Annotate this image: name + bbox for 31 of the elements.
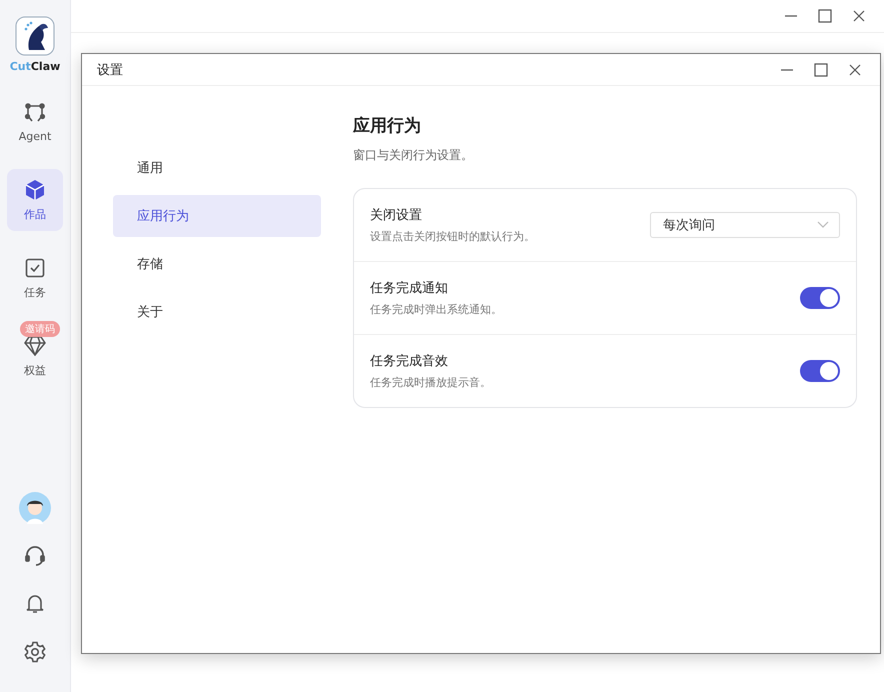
section-heading: 应用行为	[353, 115, 422, 137]
settings-nav-item[interactable]: 通用	[113, 147, 321, 189]
behavior-dropdown[interactable]: 每次询问	[650, 212, 840, 238]
setting-description: 任务完成时播放提示音。	[370, 375, 492, 390]
setting-description: 设置点击关闭按钮时的默认行为。	[370, 229, 536, 244]
diamond-icon	[24, 336, 46, 356]
setting-description: 任务完成时弹出系统通知。	[370, 302, 503, 317]
sidebar-item[interactable]: 任务	[7, 247, 63, 309]
sidebar-item[interactable]: 作品	[7, 169, 63, 231]
setting-title: 关闭设置	[370, 207, 423, 224]
headset-icon[interactable]	[24, 545, 46, 567]
toggle-switch[interactable]	[800, 360, 840, 382]
cube-icon	[24, 178, 46, 200]
setting-title: 任务完成音效	[370, 353, 449, 370]
bell-icon[interactable]	[24, 593, 46, 615]
section-description: 窗口与关闭行为设置。	[353, 147, 474, 164]
checkbox-icon	[25, 258, 45, 278]
settings-nav-item[interactable]: 应用行为	[113, 195, 321, 237]
nodes-icon	[24, 102, 46, 124]
chevron-down-icon	[817, 221, 829, 229]
settings-nav-item[interactable]: 关于	[113, 291, 321, 333]
settings-nav-item[interactable]: 存储	[113, 243, 321, 285]
avatar-icon[interactable]	[19, 492, 51, 524]
settings-icon[interactable]	[24, 641, 46, 663]
dialog-title: 设置	[97, 62, 124, 78]
setting-title: 任务完成通知	[370, 280, 449, 297]
invite-badge: 邀请码	[20, 320, 60, 336]
toggle-switch[interactable]	[800, 287, 840, 309]
app-name: CutClaw	[10, 60, 60, 73]
app-logo-icon	[15, 16, 55, 56]
sidebar-item[interactable]: Agent	[7, 91, 63, 153]
